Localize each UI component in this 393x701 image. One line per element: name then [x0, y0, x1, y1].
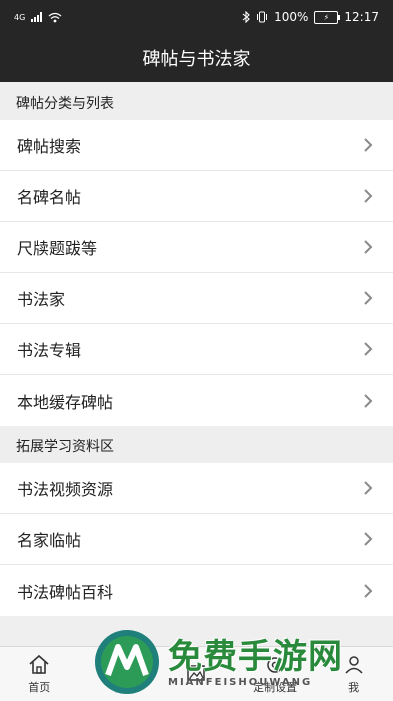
menu-item-albums[interactable]: 书法专辑 — [0, 324, 393, 375]
menu-item-label: 名家临帖 — [17, 531, 82, 550]
menu-item-label: 书法碑帖百科 — [17, 582, 114, 602]
app-header: 碑帖与书法家 — [0, 34, 393, 82]
tab-me[interactable]: 我 — [314, 647, 393, 701]
wifi-icon — [48, 12, 62, 22]
menu-item-calligraphers[interactable]: 书法家 — [0, 273, 393, 324]
battery-icon: ⚡ — [314, 10, 341, 24]
bluetooth-icon — [242, 11, 250, 23]
section-header-collection: 碑帖分类与列表 — [0, 86, 393, 120]
menu-item-label: 书法视频资源 — [17, 480, 114, 499]
chevron-right-icon — [364, 342, 373, 356]
image-icon — [187, 665, 206, 681]
menu-item-label: 本地缓存碑帖 — [17, 392, 114, 412]
settings-icon — [267, 657, 283, 673]
tab-home[interactable]: 首页 — [0, 647, 79, 701]
menu-item-letters-inscriptions[interactable]: 尺牍题跋等 — [0, 222, 393, 273]
tab-gallery[interactable] — [157, 647, 236, 701]
bottom-tab-bar: 首页 学 定制设置 我 — [0, 646, 393, 701]
page-title: 碑帖与书法家 — [142, 49, 251, 70]
vibrate-icon — [257, 11, 268, 23]
tab-settings[interactable]: 定制设置 — [236, 647, 315, 701]
status-bar: 4G 100% ⚡ 12:17 — [0, 0, 393, 34]
signal-icon — [31, 12, 43, 22]
menu-item-label: 书法专辑 — [17, 341, 82, 360]
collection-list: 碑帖搜索 名碑名帖 尺牍题跋等 书法家 书法专辑 本地缓存碑帖 — [0, 120, 393, 426]
menu-item-encyclopedia[interactable]: 书法碑帖百科 — [0, 565, 393, 616]
chevron-right-icon — [364, 583, 373, 598]
clock: 12:17 — [344, 10, 379, 24]
tab-label: 学 — [112, 681, 124, 694]
chevron-right-icon — [364, 138, 373, 152]
chevron-right-icon — [364, 532, 373, 546]
chevron-right-icon — [364, 240, 373, 254]
tab-label: 我 — [348, 681, 360, 694]
menu-item-label: 书法家 — [17, 290, 66, 309]
chevron-right-icon — [364, 481, 373, 495]
section-header-resources: 拓展学习资料区 — [0, 429, 393, 463]
menu-item-masters-copies[interactable]: 名家临帖 — [0, 514, 393, 565]
home-icon — [29, 654, 49, 674]
tab-label: 定制设置 — [253, 681, 298, 694]
book-icon — [109, 657, 127, 673]
menu-item-label: 名碑名帖 — [17, 188, 82, 207]
menu-item-label: 碑帖搜索 — [17, 137, 82, 156]
chevron-right-icon — [364, 393, 373, 408]
menu-item-search[interactable]: 碑帖搜索 — [0, 120, 393, 171]
tab-study[interactable]: 学 — [79, 647, 158, 701]
menu-item-local-cache[interactable]: 本地缓存碑帖 — [0, 375, 393, 426]
menu-item-videos[interactable]: 书法视频资源 — [0, 463, 393, 514]
menu-item-famous-steles[interactable]: 名碑名帖 — [0, 171, 393, 222]
battery-percent: 100% — [274, 10, 309, 24]
section-title: 碑帖分类与列表 — [16, 96, 114, 112]
network-type: 4G — [14, 12, 26, 22]
menu-item-label: 尺牍题跋等 — [17, 239, 98, 258]
resources-list: 书法视频资源 名家临帖 书法碑帖百科 — [0, 463, 393, 616]
tab-label: 首页 — [28, 681, 51, 694]
chevron-right-icon — [364, 291, 373, 305]
section-title: 拓展学习资料区 — [16, 439, 114, 455]
chevron-right-icon — [364, 189, 373, 203]
user-icon — [345, 656, 363, 674]
